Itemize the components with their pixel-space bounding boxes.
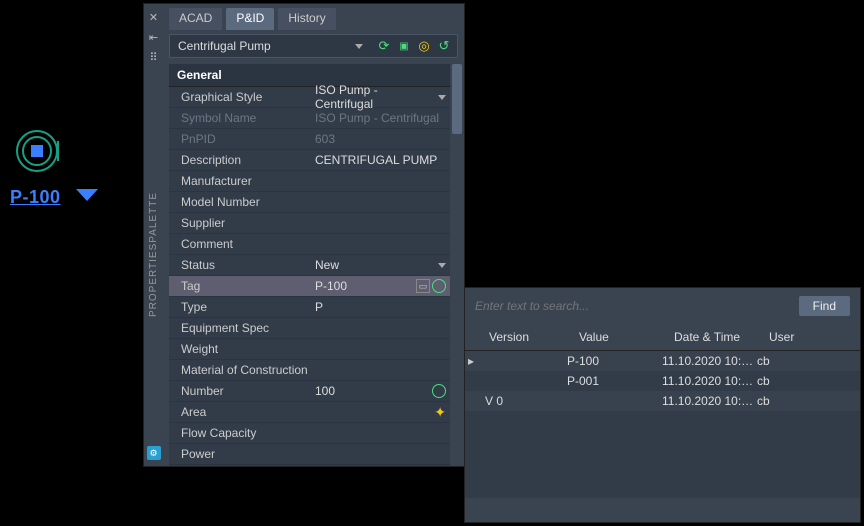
history-table: Version Value Date & Time User ▸ P-100 1… [465,324,860,498]
pin-icon[interactable]: ⠿ [147,50,161,64]
chevron-down-icon[interactable] [438,263,446,268]
prop-power[interactable]: Power [169,444,450,465]
prop-graphical-style[interactable]: Graphical Style ISO Pump - Centrifugal [169,87,450,108]
history-search-input[interactable] [475,299,791,313]
properties-list: General Graphical Style ISO Pump - Centr… [169,64,450,466]
prop-status[interactable]: Status New [169,255,450,276]
prop-equipment-spec[interactable]: Equipment Spec [169,318,450,339]
warning-icon: ✦ [434,404,446,421]
history-row[interactable]: ▸ P-100 11.10.2020 10:… cb [465,351,860,371]
properties-palette: ✕ ⇤ ⠿ PROPERTIESPALETTE ⚙ ACAD P&ID Hist… [143,3,465,467]
prop-comment[interactable]: Comment [169,234,450,255]
calendar-icon[interactable]: ▭ [416,279,430,293]
col-user[interactable]: User [761,324,860,350]
object-type-select[interactable]: Centrifugal Pump [170,35,371,57]
chevron-down-icon[interactable] [438,95,446,100]
col-version[interactable]: Version [481,324,571,350]
history-icon[interactable]: ↺ [435,37,453,55]
tab-history[interactable]: History [278,8,335,30]
prop-pnpid: PnPID 603 [169,129,450,150]
prop-supplier[interactable]: Supplier [169,213,450,234]
scroll-thumb[interactable] [452,64,462,134]
prop-symbol-name: Symbol Name ISO Pump - Centrifugal [169,108,450,129]
prop-manufacturer[interactable]: Manufacturer [169,171,450,192]
pump-tag-label[interactable]: P-100 [10,187,61,208]
history-panel: Find Version Value Date & Time User ▸ P-… [464,287,861,523]
prop-description[interactable]: Description CENTRIFUGAL PUMP [169,150,450,171]
tab-pid[interactable]: P&ID [226,8,274,30]
find-button[interactable]: Find [799,296,850,316]
chevron-down-icon [355,44,363,49]
row-indicator-icon: ▸ [465,354,477,368]
properties-scrollbar[interactable] [450,64,464,466]
prop-moc[interactable]: Material of Construction [169,360,450,381]
history-row[interactable]: V 0 11.10.2020 10:… cb [465,391,860,411]
palette-title: PROPERTIESPALETTE [148,64,159,442]
prop-number[interactable]: Number 100 [169,381,450,402]
selection-arrow-icon [76,189,98,208]
prop-flow-capacity[interactable]: Flow Capacity [169,423,450,444]
history-dot-icon[interactable] [432,279,446,293]
palette-options-icon[interactable]: ⚙ [147,446,161,460]
history-dot-icon[interactable] [432,384,446,398]
pump-symbol[interactable] [14,128,60,177]
history-row[interactable]: P-001 11.10.2020 10:… cb [465,371,860,391]
link-icon[interactable]: ◎ [415,37,433,55]
palette-tabs: ACAD P&ID History [163,4,464,30]
object-type-row: Centrifugal Pump ⟳ ▣ ◎ ↺ [169,34,458,58]
collapse-icon[interactable]: ⇤ [147,30,161,44]
prop-area[interactable]: Area ✦ [169,402,450,423]
object-type-value: Centrifugal Pump [178,39,271,53]
prop-tag[interactable]: Tag P-100 ▭ [169,276,450,297]
history-header-row: Version Value Date & Time User [465,324,860,351]
palette-sidebar: ✕ ⇤ ⠿ PROPERTIESPALETTE ⚙ [144,4,163,466]
prop-model-number[interactable]: Model Number [169,192,450,213]
close-icon[interactable]: ✕ [147,10,161,24]
col-value[interactable]: Value [571,324,666,350]
refresh-icon[interactable]: ⟳ [375,37,393,55]
toggle-value-icon[interactable]: ▣ [395,37,413,55]
col-datetime[interactable]: Date & Time [666,324,761,350]
prop-type[interactable]: Type P [169,297,450,318]
history-footer [465,498,860,522]
prop-weight[interactable]: Weight [169,339,450,360]
tab-acad[interactable]: ACAD [169,8,222,30]
